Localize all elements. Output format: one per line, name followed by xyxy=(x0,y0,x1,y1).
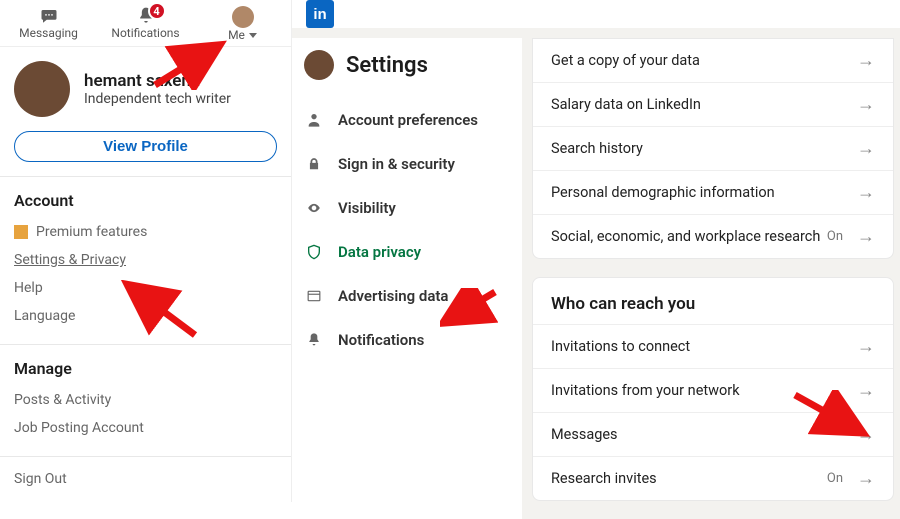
shield-icon xyxy=(304,243,324,261)
eye-icon xyxy=(304,201,324,215)
sidebar-item-label: Data privacy xyxy=(338,243,421,261)
row-label: Get a copy of your data xyxy=(551,52,857,69)
bell-icon xyxy=(304,332,324,348)
sidebar-notifications[interactable]: Notifications xyxy=(304,318,514,362)
sidebar-item-label: Visibility xyxy=(338,199,396,217)
row-research[interactable]: Social, economic, and workplace research… xyxy=(533,214,893,258)
arrow-right-icon: → xyxy=(857,226,875,247)
settings-privacy-link[interactable]: Settings & Privacy xyxy=(14,246,277,274)
sidebar-advertising-data[interactable]: Advertising data xyxy=(304,274,514,318)
top-nav: Messaging 4 Notifications Me xyxy=(0,0,291,47)
nav-notifications[interactable]: 4 Notifications xyxy=(97,0,194,46)
linkedin-logo-icon[interactable]: in xyxy=(306,0,334,28)
row-label: Personal demographic information xyxy=(551,184,857,201)
sidebar-item-label: Advertising data xyxy=(338,287,449,305)
arrow-right-icon: → xyxy=(857,380,875,401)
nav-me[interactable]: Me xyxy=(194,0,291,46)
nav-notifications-label: Notifications xyxy=(111,26,179,40)
row-get-copy[interactable]: Get a copy of your data → xyxy=(533,39,893,82)
card-title: Who can reach you xyxy=(533,278,893,324)
nav-messaging[interactable]: Messaging xyxy=(0,0,97,46)
row-label: Messages xyxy=(551,426,857,443)
user-name: hemant saxena xyxy=(84,71,231,91)
linkedin-header: in xyxy=(292,0,900,28)
sidebar-item-label: Sign in & security xyxy=(338,155,455,173)
arrow-right-icon: → xyxy=(857,468,875,489)
user-block: hemant saxena Independent tech writer xyxy=(14,61,277,117)
help-link[interactable]: Help xyxy=(14,274,277,302)
sidebar-item-label: Notifications xyxy=(338,331,424,349)
row-label: Salary data on LinkedIn xyxy=(551,96,857,113)
arrow-right-icon: → xyxy=(857,94,875,115)
chat-icon xyxy=(36,6,62,26)
data-privacy-card: Get a copy of your data → Salary data on… xyxy=(532,38,894,259)
arrow-right-icon: → xyxy=(857,336,875,357)
row-label: Invitations from your network xyxy=(551,382,857,399)
lock-icon xyxy=(304,156,324,172)
premium-label: Premium features xyxy=(36,224,147,240)
arrow-right-icon: → xyxy=(857,50,875,71)
row-label: Invitations to connect xyxy=(551,338,857,355)
sidebar-data-privacy[interactable]: Data privacy xyxy=(304,230,514,274)
sidebar-item-label: Account preferences xyxy=(338,111,478,129)
row-messages[interactable]: Messages → xyxy=(533,412,893,456)
avatar xyxy=(14,61,70,117)
row-demographic[interactable]: Personal demographic information → xyxy=(533,170,893,214)
me-dropdown-panel: Messaging 4 Notifications Me hemant saxe… xyxy=(0,0,292,502)
sidebar-signin-security[interactable]: Sign in & security xyxy=(304,142,514,186)
language-link[interactable]: Language xyxy=(14,302,277,330)
arrow-right-icon: → xyxy=(857,138,875,159)
row-invitations-connect[interactable]: Invitations to connect → xyxy=(533,324,893,368)
notification-badge: 4 xyxy=(148,2,166,20)
sidebar-account-preferences[interactable]: Account preferences xyxy=(304,98,514,142)
posts-activity-link[interactable]: Posts & Activity xyxy=(14,386,277,414)
manage-section-title: Manage xyxy=(14,359,277,378)
settings-title: Settings xyxy=(346,53,428,78)
user-headline: Independent tech writer xyxy=(84,91,231,107)
person-icon xyxy=(304,112,324,128)
view-profile-button[interactable]: View Profile xyxy=(14,131,277,162)
row-label: Social, economic, and workplace research xyxy=(551,228,827,245)
avatar-icon xyxy=(304,50,334,80)
account-section-title: Account xyxy=(14,191,277,210)
sign-out-link[interactable]: Sign Out xyxy=(14,465,277,493)
settings-title-row: Settings xyxy=(304,38,514,98)
row-label: Search history xyxy=(551,140,857,157)
settings-sidebar: Settings Account preferences Sign in & s… xyxy=(292,38,522,519)
nav-me-label: Me xyxy=(228,28,245,42)
arrow-right-icon: → xyxy=(857,182,875,203)
job-posting-link[interactable]: Job Posting Account xyxy=(14,414,277,442)
row-invitations-network[interactable]: Invitations from your network → xyxy=(533,368,893,412)
row-salary-data[interactable]: Salary data on LinkedIn → xyxy=(533,82,893,126)
avatar-icon xyxy=(232,6,254,28)
sidebar-visibility[interactable]: Visibility xyxy=(304,186,514,230)
arrow-right-icon: → xyxy=(857,424,875,445)
row-search-history[interactable]: Search history → xyxy=(533,126,893,170)
caret-down-icon xyxy=(249,33,257,38)
nav-messaging-label: Messaging xyxy=(19,26,78,40)
premium-icon xyxy=(14,225,28,239)
row-state: On xyxy=(827,229,843,244)
reach-you-card: Who can reach you Invitations to connect… xyxy=(532,277,894,501)
ad-icon xyxy=(304,289,324,303)
row-label: Research invites xyxy=(551,470,827,487)
row-state: On xyxy=(827,471,843,486)
row-research-invites[interactable]: Research invites On → xyxy=(533,456,893,500)
premium-features-link[interactable]: Premium features xyxy=(14,218,277,246)
